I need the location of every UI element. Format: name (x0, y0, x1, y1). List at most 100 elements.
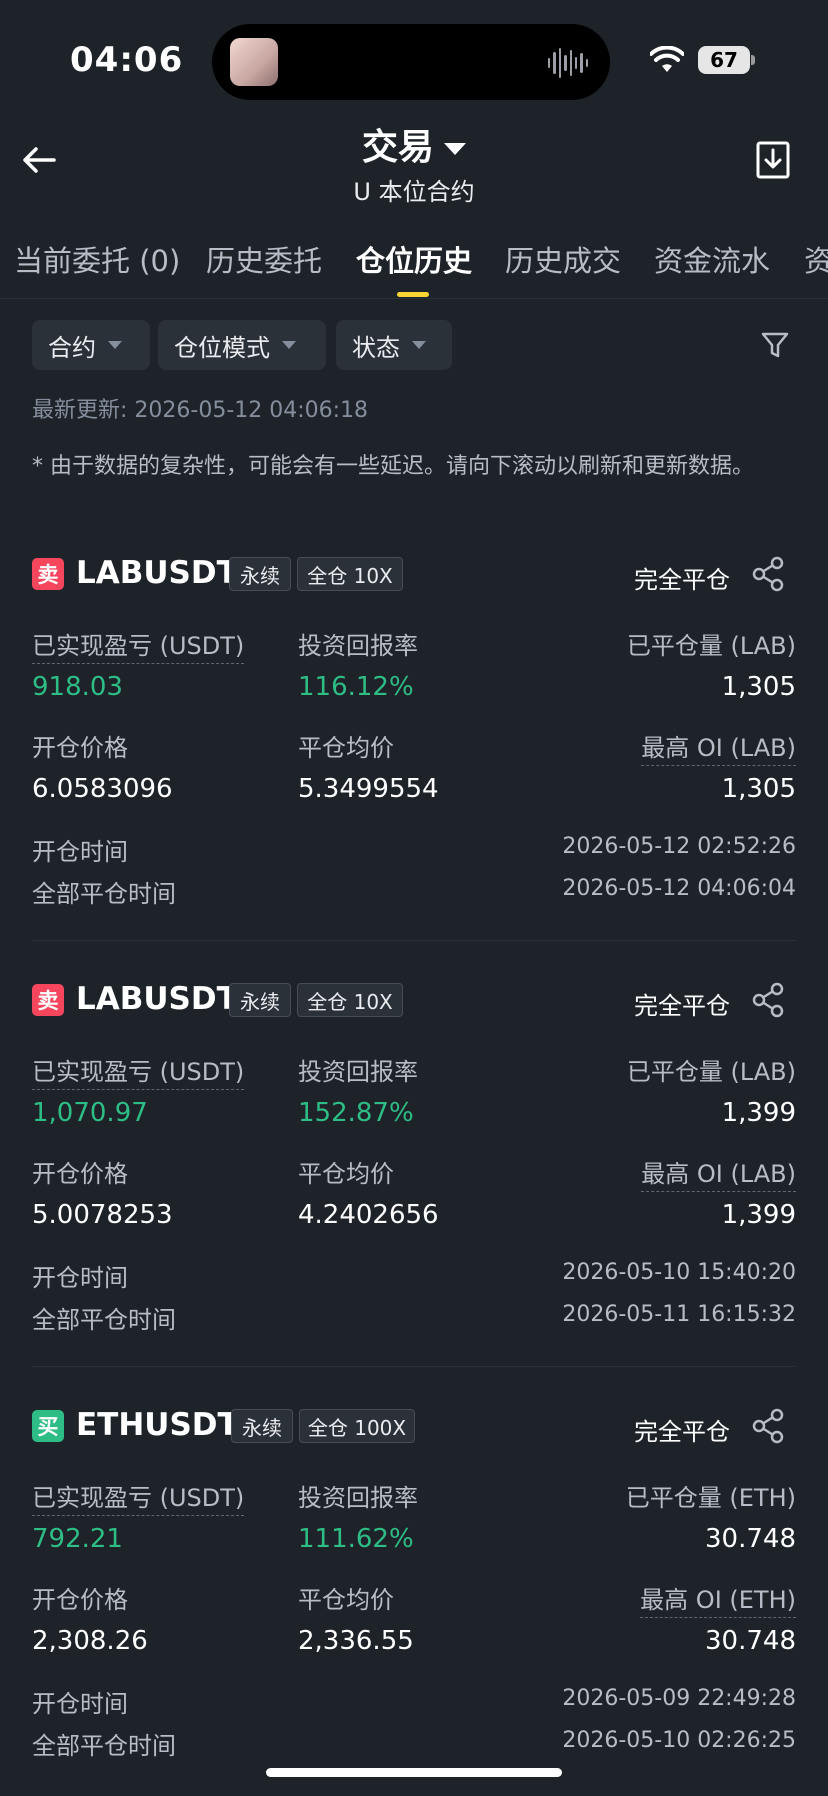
tab-order-history[interactable]: 历史委托 (206, 238, 322, 280)
close-time-label: 全部平仓时间 (32, 1306, 176, 1334)
close-time-label: 全部平仓时间 (32, 1732, 176, 1760)
max-oi-label: 最高 OI (LAB) (641, 1154, 796, 1192)
realized-pnl-value: 918.03 (32, 672, 123, 702)
closed-qty-label: 已平仓量 (LAB) (626, 1058, 796, 1086)
filter-contract-label: 合约 (48, 333, 96, 362)
filter-contract[interactable]: 合约 (32, 320, 150, 370)
roi-value: 116.12% (298, 672, 414, 702)
chevron-down-icon (412, 341, 426, 349)
open-time-label: 开仓时间 (32, 1690, 128, 1718)
roi-value: 152.87% (298, 1098, 414, 1128)
realized-pnl-value: 792.21 (32, 1524, 123, 1554)
page-title-dropdown[interactable]: 交易 (0, 118, 828, 170)
symbol[interactable]: LABUSDT (76, 555, 238, 591)
max-oi-value: 1,399 (721, 1200, 796, 1230)
card-divider (32, 940, 796, 941)
wifi-icon (650, 46, 684, 72)
closed-qty-label: 已平仓量 (LAB) (626, 632, 796, 660)
share-icon[interactable] (750, 982, 786, 1018)
realized-pnl-label: 已实现盈亏 (USDT) (32, 1478, 245, 1516)
margin-leverage-tag: 全仓 100X (299, 1409, 415, 1443)
tabs-divider (0, 298, 828, 299)
close-time-label: 全部平仓时间 (32, 880, 176, 908)
open-time-label: 开仓时间 (32, 838, 128, 866)
share-icon[interactable] (750, 1408, 786, 1444)
close-avg-value: 5.3499554 (298, 774, 439, 804)
open-time-value: 2026-05-12 02:52:26 (562, 834, 796, 859)
tab-open-orders[interactable]: 当前委托 (0) (14, 238, 180, 280)
position-status: 完全平仓 (634, 992, 730, 1020)
chevron-down-icon (108, 341, 122, 349)
history-tabs: 当前委托 (0) 历史委托 仓位历史 历史成交 资金流水 资 (0, 238, 828, 298)
open-price-label: 开仓价格 (32, 734, 128, 762)
home-indicator[interactable] (266, 1768, 562, 1777)
side-badge: 卖 (32, 984, 64, 1016)
battery-tip (751, 55, 755, 65)
open-price-value: 2,308.26 (32, 1626, 148, 1656)
close-time-value: 2026-05-11 16:15:32 (562, 1302, 796, 1327)
side-badge: 买 (32, 1410, 64, 1442)
filter-position-mode-label: 仓位模式 (174, 333, 270, 362)
side-badge: 卖 (32, 558, 64, 590)
tab-trade-history[interactable]: 历史成交 (505, 238, 621, 280)
close-time-value: 2026-05-10 02:26:25 (562, 1728, 796, 1753)
realized-pnl-label: 已实现盈亏 (USDT) (32, 1052, 245, 1090)
filter-status-label: 状态 (352, 333, 400, 362)
battery-indicator: 67 (698, 46, 750, 74)
dynamic-island (212, 24, 610, 100)
perpetual-tag: 永续 (231, 1409, 293, 1443)
download-icon[interactable] (755, 140, 791, 180)
closed-qty-value: 1,305 (721, 672, 796, 702)
close-avg-value: 2,336.55 (298, 1626, 414, 1656)
now-playing-thumbnail (230, 38, 278, 86)
caret-down-icon (444, 143, 466, 155)
margin-leverage-tag: 全仓 10X (297, 983, 403, 1017)
tab-funding-flow[interactable]: 资金流水 (654, 238, 770, 280)
last-updated: 最新更新: 2026-05-12 04:06:18 (32, 398, 369, 423)
symbol[interactable]: ETHUSDT (76, 1407, 239, 1443)
audio-wave-icon (548, 46, 588, 80)
open-time-label: 开仓时间 (32, 1264, 128, 1292)
position-status: 完全平仓 (634, 566, 730, 594)
open-price-value: 5.0078253 (32, 1200, 173, 1230)
realized-pnl-label: 已实现盈亏 (USDT) (32, 626, 245, 664)
max-oi-label: 最高 OI (LAB) (641, 728, 796, 766)
roi-label: 投资回报率 (298, 1058, 418, 1086)
open-price-label: 开仓价格 (32, 1586, 128, 1614)
page-subtitle: U 本位合约 (353, 178, 475, 206)
closed-qty-label: 已平仓量 (ETH) (625, 1484, 796, 1512)
position-status: 完全平仓 (634, 1418, 730, 1446)
max-oi-value: 1,305 (721, 774, 796, 804)
roi-label: 投资回报率 (298, 632, 418, 660)
open-time-value: 2026-05-09 22:49:28 (562, 1686, 796, 1711)
delay-notice: * 由于数据的复杂性，可能会有一些延迟。请向下滚动以刷新和更新数据。 (32, 454, 754, 479)
max-oi-value: 30.748 (705, 1626, 796, 1656)
closed-qty-value: 30.748 (705, 1524, 796, 1554)
perpetual-tag: 永续 (229, 983, 291, 1017)
share-icon[interactable] (750, 556, 786, 592)
chevron-down-icon (282, 341, 296, 349)
margin-leverage-tag: 全仓 10X (297, 557, 403, 591)
filter-status[interactable]: 状态 (336, 320, 452, 370)
tab-more[interactable]: 资 (804, 238, 828, 280)
close-time-value: 2026-05-12 04:06:04 (562, 876, 796, 901)
filter-position-mode[interactable]: 仓位模式 (158, 320, 326, 370)
page-title: 交易 (361, 127, 434, 168)
open-price-label: 开仓价格 (32, 1160, 128, 1188)
open-time-value: 2026-05-10 15:40:20 (562, 1260, 796, 1285)
close-avg-label: 平仓均价 (298, 1586, 394, 1614)
close-avg-label: 平仓均价 (298, 734, 394, 762)
closed-qty-value: 1,399 (721, 1098, 796, 1128)
filter-funnel-icon[interactable] (760, 330, 790, 360)
open-price-value: 6.0583096 (32, 774, 173, 804)
perpetual-tag: 永续 (229, 557, 291, 591)
max-oi-label: 最高 OI (ETH) (640, 1580, 796, 1618)
status-time: 04:06 (70, 40, 184, 80)
symbol[interactable]: LABUSDT (76, 981, 238, 1017)
tab-position-history[interactable]: 仓位历史 (356, 238, 472, 280)
roi-label: 投资回报率 (298, 1484, 418, 1512)
active-tab-indicator (397, 292, 429, 297)
roi-value: 111.62% (298, 1524, 414, 1554)
card-divider (32, 1366, 796, 1367)
realized-pnl-value: 1,070.97 (32, 1098, 148, 1128)
